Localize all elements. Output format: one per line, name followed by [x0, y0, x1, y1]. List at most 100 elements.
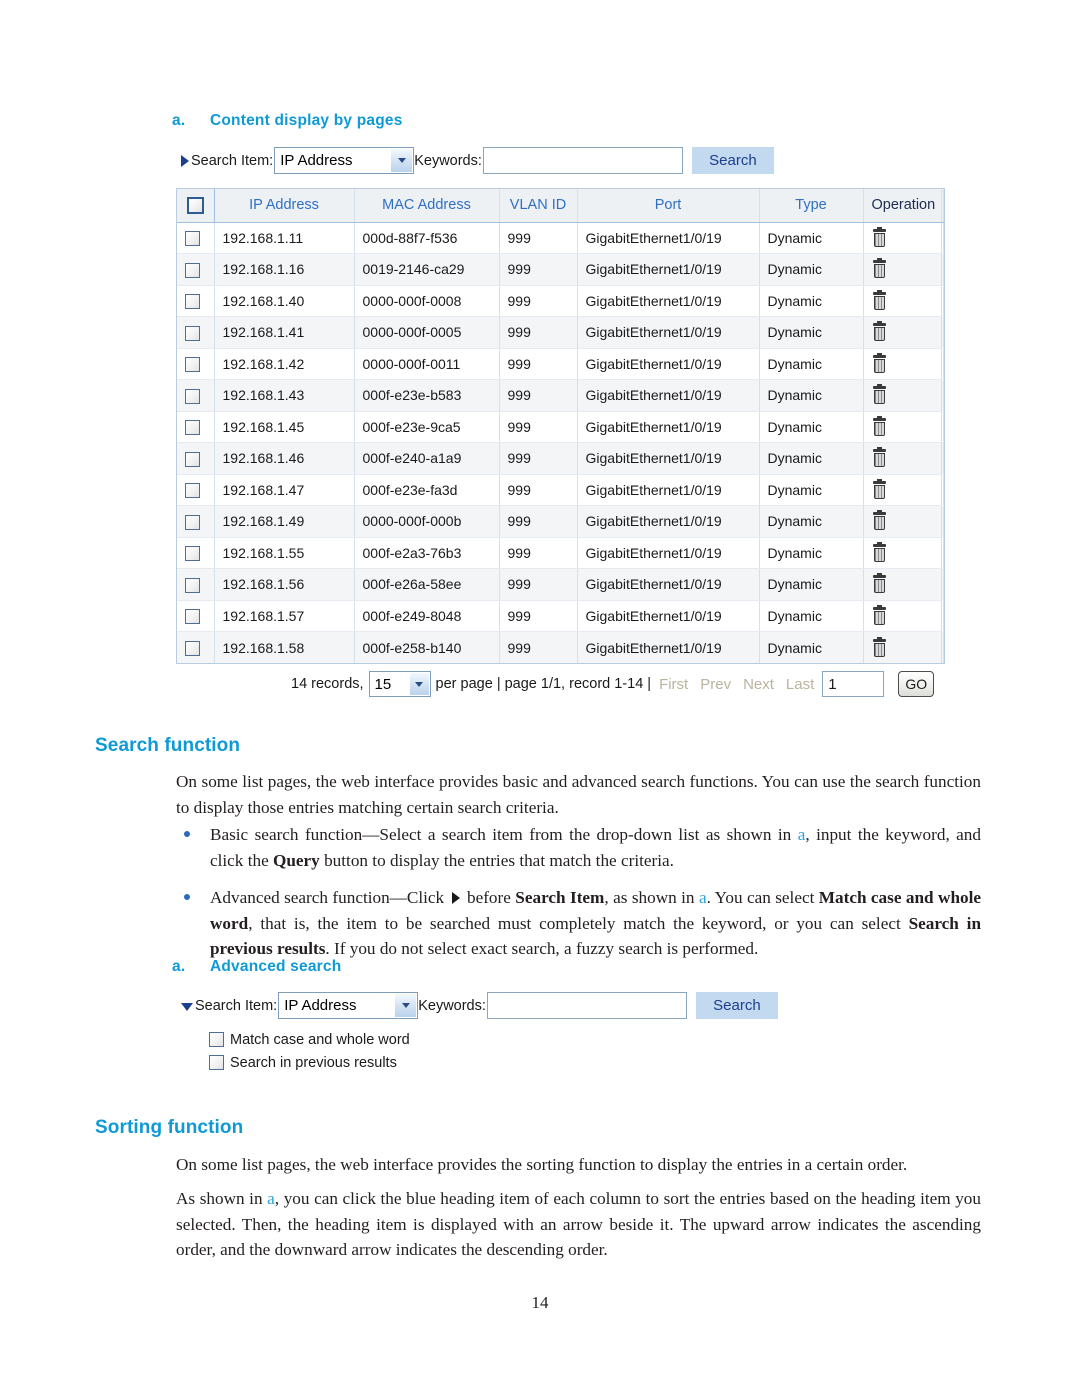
table-row[interactable]: 192.168.1.40 0000-000f-0008 999 GigabitEthe… — [177, 285, 944, 317]
cell-operation[interactable] — [863, 505, 942, 538]
trash-icon[interactable] — [872, 289, 887, 310]
row-select-cell[interactable] — [177, 537, 215, 569]
trash-icon[interactable] — [872, 226, 887, 247]
cell-operation[interactable] — [863, 285, 942, 317]
cell-operation[interactable] — [863, 253, 942, 286]
trash-icon[interactable] — [872, 447, 887, 468]
trash-icon[interactable] — [872, 541, 887, 562]
column-header-vlan-id[interactable]: VLAN ID — [499, 189, 578, 223]
cell-operation[interactable] — [863, 474, 942, 506]
row-select-cell[interactable] — [177, 411, 215, 443]
row-select-cell[interactable] — [177, 442, 215, 475]
table-row[interactable]: 192.168.1.45 000f-e23e-9ca5 999 GigabitEthe… — [177, 411, 944, 443]
match-case-checkbox[interactable] — [209, 1032, 224, 1047]
trash-icon[interactable] — [872, 573, 887, 594]
cell-operation[interactable] — [863, 411, 942, 443]
row-select-checkbox[interactable] — [185, 294, 200, 310]
trash-icon[interactable] — [872, 321, 887, 342]
trash-icon[interactable] — [872, 415, 887, 436]
row-select-checkbox[interactable] — [185, 546, 200, 562]
keywords-input[interactable] — [486, 992, 687, 1019]
row-select-cell[interactable] — [177, 568, 215, 601]
row-select-cell[interactable] — [177, 222, 215, 254]
row-select-checkbox[interactable] — [185, 420, 200, 436]
row-select-checkbox[interactable] — [185, 357, 200, 373]
cell-operation[interactable] — [863, 222, 942, 254]
per-page-select[interactable]: 15 — [368, 671, 431, 697]
chevron-down-icon[interactable] — [391, 149, 413, 172]
cell-operation[interactable] — [863, 379, 942, 412]
row-select-cell[interactable] — [177, 285, 215, 317]
table-row[interactable]: 192.168.1.58 000f-e258-b140 999 GigabitEthe… — [177, 631, 944, 663]
select-all-checkbox[interactable] — [186, 196, 204, 214]
table-row[interactable]: 192.168.1.57 000f-e249-8048 999 GigabitEthe… — [177, 600, 944, 632]
row-select-checkbox[interactable] — [185, 388, 200, 404]
next-page-link[interactable]: Next — [737, 676, 780, 693]
row-select-cell[interactable] — [177, 505, 215, 538]
option-search-previous-row[interactable]: Search in previous results — [209, 1051, 410, 1074]
column-header-port[interactable]: Port — [577, 189, 760, 223]
chevron-down-icon[interactable] — [409, 673, 429, 695]
search-item-select[interactable]: IP Address — [278, 992, 419, 1019]
search-item-select[interactable]: IP Address — [274, 147, 415, 174]
trash-icon[interactable] — [872, 510, 887, 531]
table-row[interactable]: 192.168.1.46 000f-e240-a1a9 999 GigabitEthe… — [177, 442, 944, 475]
row-select-checkbox[interactable] — [185, 262, 200, 278]
row-select-checkbox[interactable] — [185, 231, 200, 247]
row-select-cell[interactable] — [177, 631, 215, 663]
row-select-checkbox[interactable] — [185, 483, 200, 499]
trash-icon[interactable] — [872, 604, 887, 625]
table-row[interactable]: 192.168.1.41 0000-000f-0005 999 GigabitEthe… — [177, 316, 944, 349]
column-header-ip-address[interactable]: IP Address — [214, 189, 355, 223]
cell-operation[interactable] — [863, 316, 942, 349]
trash-icon[interactable] — [872, 352, 887, 373]
last-page-link[interactable]: Last — [780, 676, 820, 693]
trash-icon[interactable] — [872, 384, 887, 405]
row-select-checkbox[interactable] — [185, 514, 200, 530]
table-row[interactable]: 192.168.1.47 000f-e23e-fa3d 999 GigabitEthe… — [177, 474, 944, 506]
column-header-mac-address[interactable]: MAC Address — [354, 189, 500, 223]
table-row[interactable]: 192.168.1.55 000f-e2a3-76b3 999 GigabitEthe… — [177, 537, 944, 569]
go-button[interactable]: GO — [898, 671, 935, 697]
cell-operation[interactable] — [863, 537, 942, 569]
chevron-down-icon[interactable] — [395, 994, 417, 1017]
cell-operation[interactable] — [863, 442, 942, 475]
row-select-cell[interactable] — [177, 316, 215, 349]
triangle-right-icon[interactable] — [181, 154, 189, 167]
table-row[interactable]: 192.168.1.43 000f-e23e-b583 999 GigabitEthe… — [177, 379, 944, 412]
row-select-cell[interactable] — [177, 379, 215, 412]
row-select-checkbox[interactable] — [185, 577, 200, 593]
cell-operation[interactable] — [863, 348, 942, 380]
select-all-header[interactable] — [177, 189, 215, 223]
table-row[interactable]: 192.168.1.49 0000-000f-000b 999 GigabitEthe… — [177, 505, 944, 538]
row-select-cell[interactable] — [177, 253, 215, 286]
first-page-link[interactable]: First — [653, 676, 694, 693]
column-header-type[interactable]: Type — [759, 189, 864, 223]
search-button[interactable]: Search — [691, 147, 774, 174]
keywords-input[interactable] — [482, 147, 683, 174]
option-match-case-row[interactable]: Match case and whole word — [209, 1028, 410, 1051]
trash-icon[interactable] — [872, 636, 887, 657]
search-previous-checkbox[interactable] — [209, 1055, 224, 1070]
row-select-cell[interactable] — [177, 474, 215, 506]
cross-ref-a[interactable]: a — [267, 1189, 275, 1208]
search-button[interactable]: Search — [695, 992, 778, 1019]
trash-icon[interactable] — [872, 258, 887, 279]
row-select-cell[interactable] — [177, 348, 215, 380]
trash-icon[interactable] — [872, 478, 887, 499]
table-row[interactable]: 192.168.1.42 0000-000f-0011 999 GigabitEthe… — [177, 348, 944, 380]
row-select-checkbox[interactable] — [185, 325, 200, 341]
triangle-down-icon[interactable] — [181, 1002, 193, 1011]
cell-operation[interactable] — [863, 631, 942, 663]
row-select-checkbox[interactable] — [185, 451, 200, 467]
table-row[interactable]: 192.168.1.16 0019-2146-ca29 999 GigabitEthe… — [177, 253, 944, 286]
table-row[interactable]: 192.168.1.56 000f-e26a-58ee 999 GigabitEthe… — [177, 568, 944, 601]
row-select-cell[interactable] — [177, 600, 215, 632]
prev-page-link[interactable]: Prev — [694, 676, 737, 693]
table-row[interactable]: 192.168.1.11 000d-88f7-f536 999 GigabitEthe… — [177, 222, 944, 254]
cross-ref-a[interactable]: a — [699, 888, 707, 907]
cell-operation[interactable] — [863, 600, 942, 632]
row-select-checkbox[interactable] — [185, 640, 200, 656]
page-number-input[interactable]: 1 — [822, 671, 885, 697]
row-select-checkbox[interactable] — [185, 609, 200, 625]
